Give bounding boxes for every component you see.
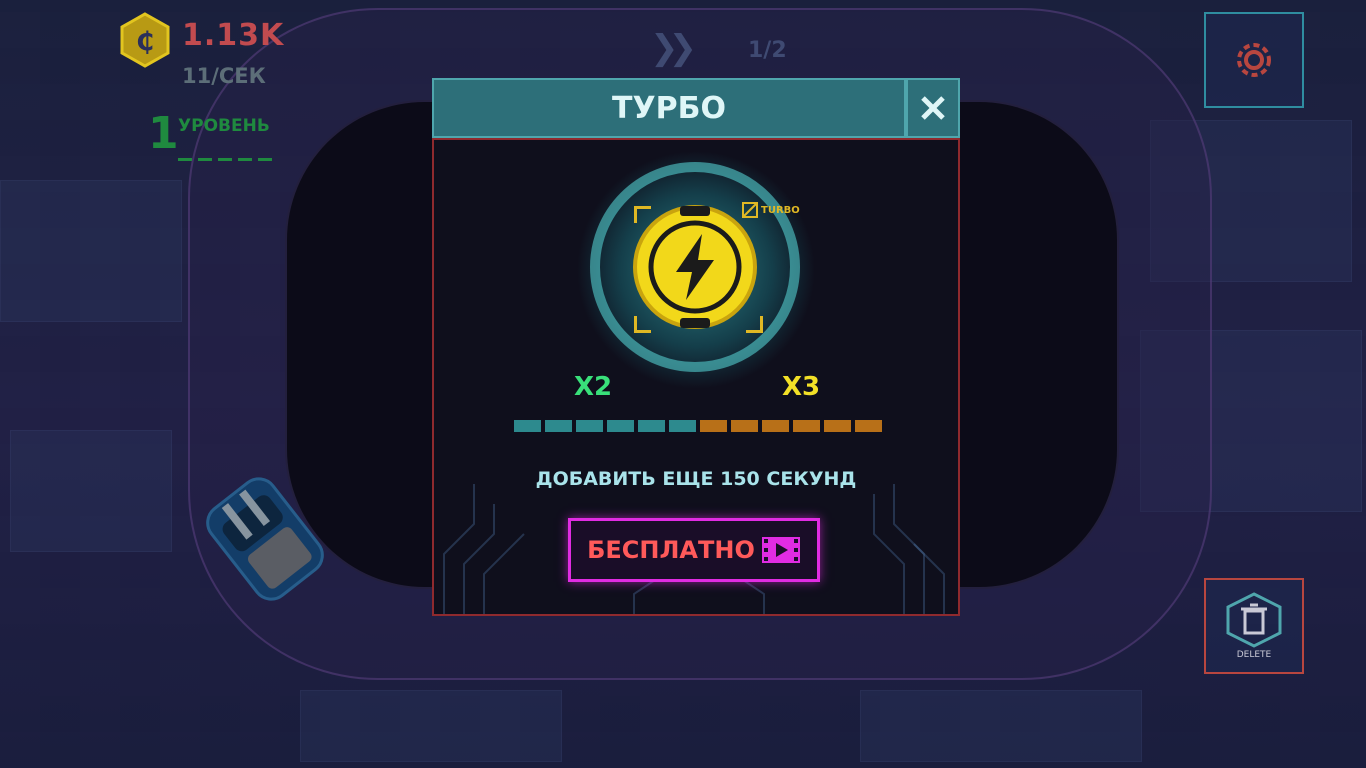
multiplier-current: X2 <box>574 372 613 402</box>
progress-segment <box>514 420 541 432</box>
delete-label: DELETE <box>1236 650 1272 660</box>
close-button[interactable] <box>906 78 960 138</box>
turbo-tag: TURBO <box>742 202 800 218</box>
coin-rate: 11/СЕК <box>182 64 266 88</box>
free-button-label: БЕСПЛАТНО <box>587 536 755 564</box>
chevron-right-icon: ❯❯ <box>650 28 697 68</box>
progress-segment <box>731 420 758 432</box>
svg-text:₵: ₵ <box>136 27 154 57</box>
modal-body: TURBO X2 X3 ДОБАВИТЬ ЕЩЕ 150 СЕКУНД БЕСП… <box>432 138 960 616</box>
lightning-icon <box>633 205 757 329</box>
delete-button[interactable]: DELETE <box>1204 578 1304 674</box>
video-ad-icon <box>761 537 800 563</box>
turbo-tag-icon <box>742 202 758 218</box>
settings-button[interactable] <box>1204 12 1304 108</box>
turbo-tag-label: TURBO <box>761 204 800 216</box>
progress-segment <box>669 420 696 432</box>
modal-header: ТУРБО <box>432 78 906 138</box>
level-number: 1 <box>148 108 179 159</box>
modal-title: ТУРБО <box>612 90 726 126</box>
level-label: УРОВЕНЬ <box>178 116 270 136</box>
progress-segment <box>638 420 665 432</box>
progress-segment <box>793 420 820 432</box>
gear-icon <box>1237 43 1271 77</box>
trash-icon <box>1226 592 1282 648</box>
coin-icon: ₵ <box>120 12 170 68</box>
close-icon <box>921 96 945 120</box>
progress-segment <box>855 420 882 432</box>
free-button[interactable]: БЕСПЛАТНО <box>568 518 820 582</box>
level-progress <box>178 144 272 161</box>
coin-balance: 1.13K <box>182 18 285 53</box>
track-counter: 1/2 <box>748 38 787 63</box>
progress-segment <box>824 420 851 432</box>
progress-segment <box>607 420 634 432</box>
add-time-text: ДОБАВИТЬ ЕЩЕ 150 СЕКУНД <box>535 468 857 490</box>
turbo-progress-bar <box>514 420 882 432</box>
multiplier-next: X3 <box>782 372 821 402</box>
progress-segment <box>700 420 727 432</box>
progress-segment <box>576 420 603 432</box>
progress-segment <box>545 420 572 432</box>
progress-segment <box>762 420 789 432</box>
